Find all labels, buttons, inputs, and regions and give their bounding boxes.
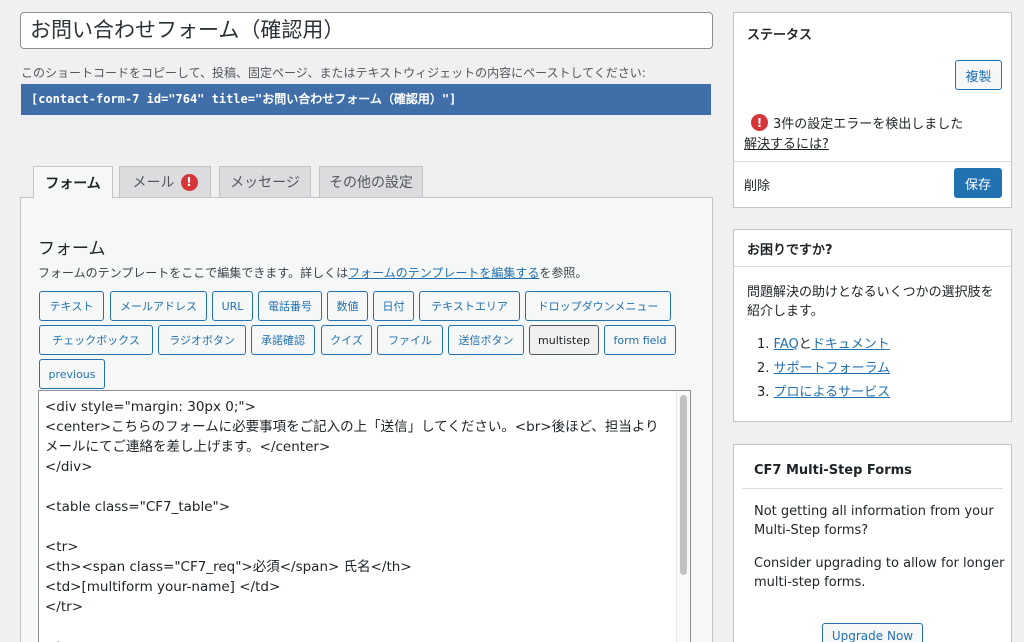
scrollbar-thumb[interactable] <box>680 395 687 575</box>
panel-title: フォーム <box>38 239 106 259</box>
tag-button-acceptance[interactable]: 承諾確認 <box>251 325 315 355</box>
upgrade-now-button[interactable]: Upgrade Now <box>822 623 923 642</box>
save-button[interactable]: 保存 <box>954 168 1002 198</box>
divider <box>734 266 1011 267</box>
tab-label: メール <box>132 175 175 191</box>
desc-text: フォームのテンプレートをここで編集できます。詳しくは <box>38 266 349 280</box>
desc-text: を参照。 <box>539 266 588 280</box>
documentation-link[interactable]: ドキュメント <box>812 337 890 352</box>
help-item-2: 2. サポートフォーラム <box>757 357 890 376</box>
list-number: 2. <box>757 361 770 376</box>
tab-label: メッセージ <box>230 175 300 191</box>
pro-services-link[interactable]: プロによるサービス <box>774 385 891 400</box>
cf7ms-text-line2: Multi-Step forms? <box>754 523 869 538</box>
tag-button-form-field[interactable]: form field <box>604 325 676 355</box>
divider <box>742 488 1003 489</box>
tag-button-submit[interactable]: 送信ボタン <box>448 325 524 355</box>
form-title-input[interactable]: お問い合わせフォーム（確認用） <box>20 12 713 49</box>
tag-button-multistep[interactable]: multistep <box>529 325 599 355</box>
tag-button-url[interactable]: URL <box>212 291 253 321</box>
shortcode-description: このショートコードをコピーして、投稿、固定ページ、またはテキストウィジェットの内… <box>21 66 646 80</box>
duplicate-button[interactable]: 複製 <box>955 60 1002 90</box>
help-description-line1: 問題解決の助けとなるいくつかの選択肢を <box>747 285 994 300</box>
tag-button-dropdown[interactable]: ドロップダウンメニュー <box>525 291 671 321</box>
tag-button-tel[interactable]: 電話番号 <box>258 291 322 321</box>
editor-scrollbar[interactable] <box>676 391 690 642</box>
faq-link[interactable]: FAQ <box>774 337 799 352</box>
tab-mail[interactable]: メール! <box>119 166 211 198</box>
divider <box>734 161 1011 162</box>
status-box: ステータス 複製 ! 3件の設定エラーを検出しました 解決するには? 削除 保存 <box>733 12 1012 208</box>
tag-button-radio[interactable]: ラジオボタン <box>158 325 246 355</box>
warning-icon: ! <box>180 173 198 191</box>
help-description-line2: 紹介します。 <box>747 304 824 319</box>
tab-form[interactable]: フォーム <box>33 166 113 199</box>
tag-button-text[interactable]: テキスト <box>39 291 104 321</box>
cf7ms-text-line4: multi-step forms. <box>754 575 866 590</box>
help-box: お困りですか? 問題解決の助けとなるいくつかの選択肢を 紹介します。 1. FA… <box>733 229 1012 422</box>
tag-button-previous[interactable]: previous <box>39 359 105 389</box>
tag-button-number[interactable]: 数値 <box>327 291 368 321</box>
tab-label: その他の設定 <box>329 175 413 191</box>
tag-button-file[interactable]: ファイル <box>377 325 443 355</box>
tab-label: フォーム <box>45 175 101 192</box>
resolve-link[interactable]: 解決するには? <box>744 133 829 152</box>
shortcode-field[interactable]: [contact-form-7 id="764" title="お問い合わせフォ… <box>21 84 711 115</box>
cf7-multistep-box: CF7 Multi-Step Forms Not getting all inf… <box>733 444 1012 642</box>
delete-link[interactable]: 削除 <box>744 175 770 194</box>
error-icon: ! <box>751 114 768 131</box>
panel-description: フォームのテンプレートをここで編集できます。詳しくはフォームのテンプレートを編集… <box>38 264 587 281</box>
tag-button-quiz[interactable]: クイズ <box>321 325 372 355</box>
form-panel: フォーム フォームのテンプレートをここで編集できます。詳しくはフォームのテンプレ… <box>20 197 713 642</box>
conjunction-text: と <box>798 337 812 352</box>
help-item-1: 1. FAQとドキュメント <box>757 333 890 352</box>
form-template-editor[interactable]: <div style="margin: 30px 0;"> <center>こち… <box>38 390 691 642</box>
tag-button-date[interactable]: 日付 <box>373 291 414 321</box>
support-forum-link[interactable]: サポートフォーラム <box>774 361 891 376</box>
tag-button-email[interactable]: メールアドレス <box>110 291 207 321</box>
help-item-3: 3. プロによるサービス <box>757 381 890 400</box>
cf7ms-box-title: CF7 Multi-Step Forms <box>754 463 912 478</box>
editor-content[interactable]: <div style="margin: 30px 0;"> <center>こち… <box>45 397 670 642</box>
template-edit-link[interactable]: フォームのテンプレートを編集する <box>348 266 539 280</box>
tab-additional-settings[interactable]: その他の設定 <box>319 166 423 198</box>
cf7ms-text-line3: Consider upgrading to allow for longer <box>754 556 1005 571</box>
tag-button-checkbox[interactable]: チェックボックス <box>39 325 153 355</box>
tag-button-textarea[interactable]: テキストエリア <box>419 291 520 321</box>
list-number: 1. <box>757 337 770 352</box>
cf7ms-text-line1: Not getting all information from your <box>754 504 994 519</box>
status-box-title: ステータス <box>747 28 813 43</box>
help-box-title: お困りですか? <box>747 243 833 258</box>
tab-messages[interactable]: メッセージ <box>219 166 311 198</box>
list-number: 3. <box>757 385 770 400</box>
config-error-text: 3件の設定エラーを検出しました <box>773 117 964 132</box>
